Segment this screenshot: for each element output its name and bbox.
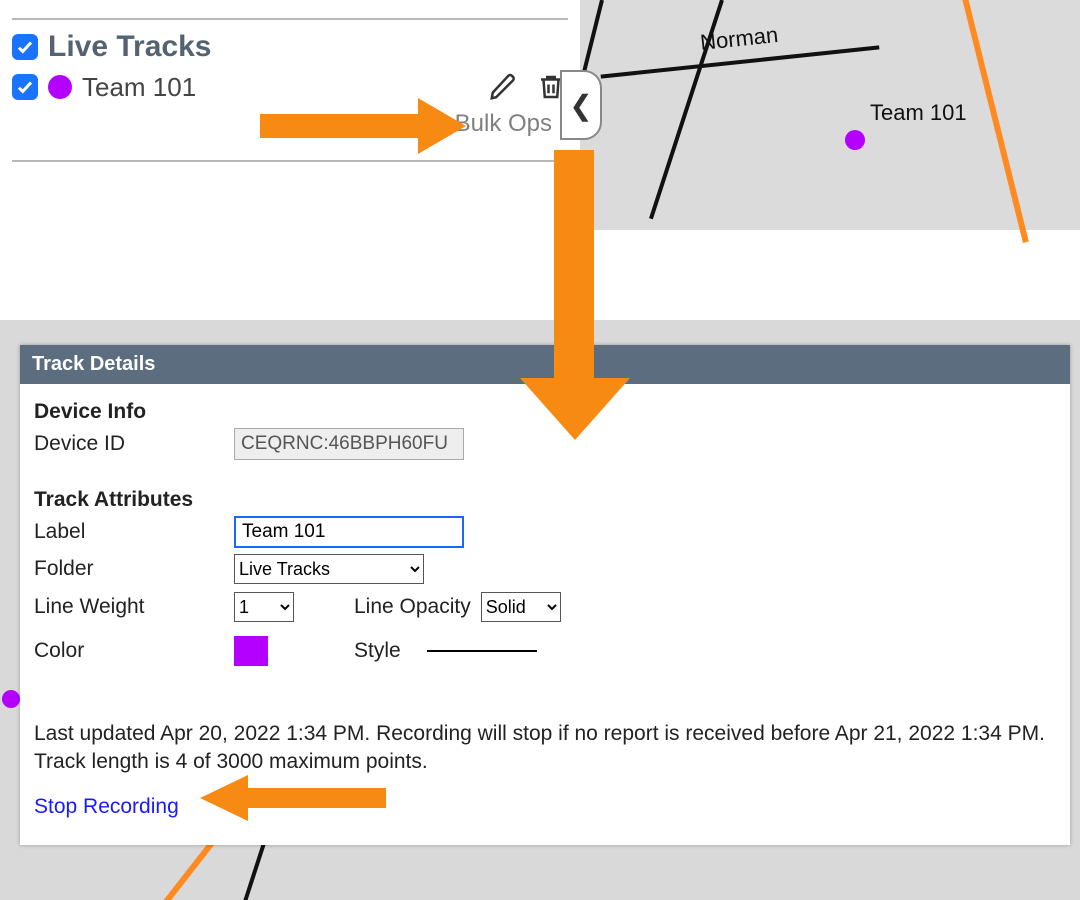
track-details-panel: Track Details Device Info Device ID Trac…	[20, 345, 1070, 845]
bulk-ops-link[interactable]: Bulk Ops	[12, 110, 568, 138]
edit-icon[interactable]	[486, 70, 520, 104]
label-label: Label	[34, 520, 234, 544]
color-swatch[interactable]	[234, 636, 268, 666]
section-title: Live Tracks	[48, 30, 211, 64]
status-text: Last updated Apr 20, 2022 1:34 PM. Recor…	[34, 720, 1056, 777]
device-info-heading: Device Info	[34, 400, 1056, 424]
chevron-left-icon: ❮	[569, 89, 592, 122]
color-label: Color	[34, 639, 234, 663]
stop-recording-link[interactable]: Stop Recording	[34, 795, 179, 819]
device-id-field	[234, 428, 464, 460]
line-opacity-select[interactable]: Solid	[481, 592, 561, 622]
item-checkbox[interactable]	[12, 74, 38, 100]
line-weight-label: Line Weight	[34, 595, 234, 619]
device-id-label: Device ID	[34, 432, 234, 456]
style-label: Style	[354, 639, 401, 663]
map-marker-dot[interactable]	[845, 130, 865, 150]
panel-title: Track Details	[20, 345, 1070, 384]
label-field[interactable]	[234, 516, 464, 548]
map-marker-label: Team 101	[870, 100, 967, 126]
folder-select[interactable]: Live Tracks	[234, 554, 424, 584]
map-marker-dot-2[interactable]	[2, 690, 20, 708]
section-checkbox[interactable]	[12, 34, 38, 60]
layers-sidebar: Live Tracks Team 101 Bulk Ops	[0, 0, 580, 230]
folder-label: Folder	[34, 557, 234, 581]
line-weight-select[interactable]: 1	[234, 592, 294, 622]
item-label: Team 101	[82, 72, 196, 103]
style-preview[interactable]	[427, 650, 537, 652]
line-opacity-label: Line Opacity	[354, 595, 471, 619]
track-attributes-heading: Track Attributes	[34, 488, 1056, 512]
item-color-dot	[48, 75, 72, 99]
collapse-sidebar-button[interactable]: ❮	[560, 70, 602, 140]
